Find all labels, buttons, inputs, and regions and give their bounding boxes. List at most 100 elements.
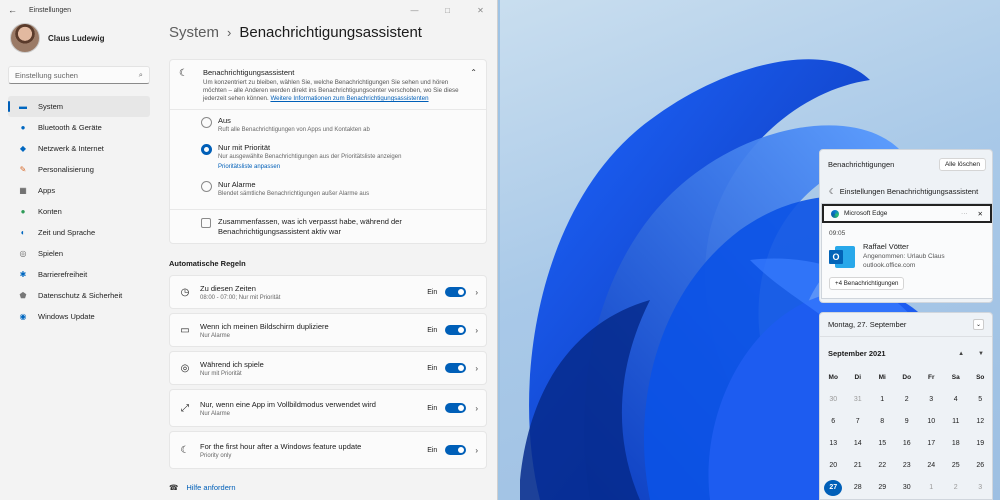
calendar-day[interactable]: 6 — [821, 414, 846, 430]
summary-checkbox[interactable] — [201, 218, 211, 228]
calendar-day[interactable]: 29 — [870, 480, 895, 496]
sidebar-item-spielen[interactable]: ◎ Spielen — [8, 243, 150, 264]
calendar-day[interactable]: 22 — [870, 458, 895, 474]
summary-checkbox-row[interactable]: Zusammenfassen, was ich verpasst habe, w… — [170, 209, 486, 243]
sidebar-item-zeit-und-sprache[interactable]: ◐ Zeit und Sprache — [8, 222, 150, 243]
chevron-right-icon[interactable]: › — [475, 404, 478, 413]
calendar-day[interactable]: 10 — [919, 414, 944, 430]
back-arrow-icon[interactable]: ← — [8, 5, 17, 15]
focus-assist-card: ☾ Benachrichtigungsassistent Um konzentr… — [169, 59, 487, 244]
radio-button[interactable] — [201, 181, 212, 192]
calendar-day[interactable]: 3 — [919, 392, 944, 408]
sidebar-item-system[interactable]: ▬ System — [8, 96, 150, 117]
focus-option[interactable]: Nur mit Priorität Nur ausgewählte Benachr… — [201, 143, 486, 170]
calendar-day[interactable]: 16 — [895, 436, 920, 452]
fullscreen-icon: ⤢ — [181, 402, 189, 414]
more-options-icon[interactable]: ··· — [961, 210, 968, 217]
update-icon: ◉ — [19, 312, 27, 321]
clear-all-button[interactable]: Alle löschen — [938, 158, 986, 171]
close-icon[interactable]: ✕ — [978, 210, 983, 218]
weekday-label: Di — [854, 374, 862, 381]
rule-toggle[interactable] — [445, 325, 467, 335]
calendar-day[interactable]: 19 — [968, 436, 993, 452]
calendar-day[interactable]: 1 — [919, 480, 944, 496]
calendar-day[interactable]: 1 — [870, 392, 895, 408]
chevron-right-icon[interactable]: › — [475, 288, 478, 297]
focus-option[interactable]: Nur Alarme Blendet sämtliche Benachrichti… — [201, 180, 486, 197]
calendar-day[interactable]: 14 — [846, 436, 871, 452]
sidebar-item-datenschutz-sicherheit[interactable]: ⬟ Datenschutz & Sicherheit — [8, 285, 150, 306]
user-profile[interactable]: Claus Ludewig — [0, 20, 158, 56]
calendar-day[interactable]: 28 — [846, 480, 871, 496]
sidebar-item-bluetooth-ger-te[interactable]: ● Bluetooth & Geräte — [8, 117, 150, 138]
sidebar-item-label: Personalisierung — [38, 165, 94, 174]
calendar-day[interactable]: 23 — [895, 458, 920, 474]
more-notifications-button[interactable]: +4 Benachrichtigungen — [829, 277, 905, 290]
chevron-down-icon[interactable]: ⌄ — [973, 319, 984, 330]
calendar-today[interactable]: 27 — [824, 480, 843, 496]
calendar-day[interactable]: 9 — [895, 414, 920, 430]
sidebar-item-personalisierung[interactable]: ✎ Personalisierung — [8, 159, 150, 180]
calendar-day[interactable]: 11 — [944, 414, 969, 430]
rule-toggle[interactable] — [445, 403, 467, 413]
priority-list-link[interactable]: Prioritätsliste anpassen — [218, 164, 401, 170]
focus-option[interactable]: Aus Ruft alle Benachrichtigungen von Apps… — [201, 116, 486, 133]
calendar-day[interactable]: 3 — [968, 480, 993, 496]
rule-toggle[interactable] — [445, 287, 467, 297]
search-icon[interactable]: ⌕ — [139, 70, 143, 80]
sidebar-item-konten[interactable]: ● Konten — [8, 201, 150, 222]
mail-notification[interactable]: O Raffael Vötter Angenommen: Urlaub Clau… — [822, 237, 992, 274]
sidebar-item-apps[interactable]: ▦ Apps — [8, 180, 150, 201]
maximize-button[interactable]: □ — [431, 6, 464, 15]
calendar-day[interactable]: 21 — [846, 458, 871, 474]
radio-button[interactable] — [201, 117, 212, 128]
edge-notification-header[interactable]: Microsoft Edge ··· ✕ — [822, 204, 992, 223]
learn-more-link[interactable]: Weitere Informationen zum Benachrichtigu… — [270, 95, 428, 102]
sidebar-item-barrierefreiheit[interactable]: ✱ Barrierefreiheit — [8, 264, 150, 285]
calendar-day[interactable]: 12 — [968, 414, 993, 430]
rule-row[interactable]: ◷ Zu diesen Zeiten 08:00 - 07:00; Nur mit … — [169, 275, 487, 309]
rule-toggle[interactable] — [445, 445, 467, 455]
sidebar-item-windows-update[interactable]: ◉ Windows Update — [8, 306, 150, 327]
calendar-day[interactable]: 4 — [944, 392, 969, 408]
rule-row[interactable]: ▭ Wenn ich meinen Bildschirm dupliziere Nu… — [169, 313, 487, 347]
calendar-day[interactable]: 25 — [944, 458, 969, 474]
search-input[interactable]: Einstellung suchen ⌕ — [8, 66, 150, 84]
help-link[interactable]: ☎ Hilfe anfordern — [169, 483, 486, 492]
rule-row[interactable]: ☾ For the first hour after a Windows feat… — [169, 431, 487, 469]
calendar-day[interactable]: 30 — [821, 392, 846, 408]
previous-month-icon[interactable]: ▲ — [958, 351, 964, 357]
breadcrumb-system[interactable]: System — [169, 24, 219, 41]
calendar-day[interactable]: 5 — [968, 392, 993, 408]
calendar-day[interactable]: 15 — [870, 436, 895, 452]
sidebar-item-netzwerk-internet[interactable]: ◆ Netzwerk & Internet — [8, 138, 150, 159]
chevron-right-icon[interactable]: › — [475, 364, 478, 373]
radio-button[interactable] — [201, 144, 212, 155]
focus-assist-header[interactable]: ☾ Benachrichtigungsassistent Um konzentr… — [170, 60, 486, 109]
weekday-label: Mo — [828, 374, 838, 381]
chevron-up-icon[interactable]: ⌃ — [470, 68, 477, 103]
calendar-day[interactable]: 2 — [895, 392, 920, 408]
calendar-day[interactable]: 26 — [968, 458, 993, 474]
next-month-icon[interactable]: ▼ — [978, 351, 984, 357]
close-button[interactable]: ✕ — [464, 6, 497, 15]
calendar-day[interactable]: 20 — [821, 458, 846, 474]
rule-toggle[interactable] — [445, 363, 467, 373]
rule-row[interactable]: ◎ Während ich spiele Nur mit Priorität Ein › — [169, 351, 487, 385]
minimize-button[interactable]: — — [398, 6, 431, 15]
calendar-day[interactable]: 31 — [846, 392, 871, 408]
calendar-month[interactable]: September 2021 — [828, 349, 886, 358]
calendar-day[interactable]: 30 — [895, 480, 920, 496]
calendar-day[interactable]: 8 — [870, 414, 895, 430]
calendar-day[interactable]: 17 — [919, 436, 944, 452]
calendar-day[interactable]: 7 — [846, 414, 871, 430]
calendar-day[interactable]: 24 — [919, 458, 944, 474]
rule-row[interactable]: ⤢ Nur, wenn eine App im Vollbildmodus ver… — [169, 389, 487, 427]
chevron-right-icon[interactable]: › — [475, 326, 478, 335]
calendar-day[interactable]: 13 — [821, 436, 846, 452]
calendar-day[interactable]: 18 — [944, 436, 969, 452]
breadcrumb-separator: › — [227, 24, 232, 40]
focus-assist-settings-link[interactable]: ☾ Einstellungen Benachrichtigungsassiste… — [820, 171, 992, 196]
chevron-right-icon[interactable]: › — [475, 446, 478, 455]
calendar-day[interactable]: 2 — [944, 480, 969, 496]
